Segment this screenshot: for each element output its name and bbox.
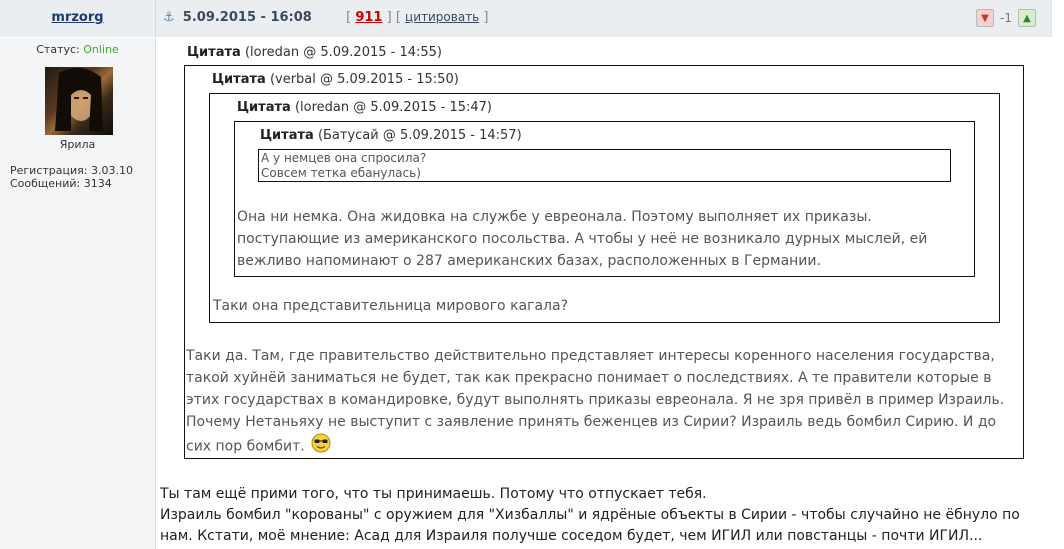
author-sidebar: Статус: Online Ярила Регистрация: 3.03.1… [0, 38, 156, 549]
quote-text: А у немцев она спросила? [261, 151, 427, 165]
quote-label: Цитата [187, 45, 241, 60]
post-meta: ⚓ 5.09.2015 - 16:08 [ 911 ] [ цитировать… [163, 10, 489, 25]
reply-paragraph: Израиль бомбил "корованы" с оружием для … [160, 507, 1020, 544]
registration-date: Регистрация: 3.03.10 [10, 164, 133, 177]
thumbs-down-icon[interactable]: ▼ [976, 9, 995, 27]
quote-meta: (loredan @ 5.09.2015 - 14:55) [244, 45, 443, 60]
quote-label: Цитата [212, 72, 266, 87]
quote-text: Она ни немка. Она жидовка на службе у ев… [237, 209, 928, 269]
author-cell: mrzorg [0, 0, 156, 37]
post-header: mrzorg ⚓ 5.09.2015 - 16:08 [ 911 ] [ цит… [0, 0, 1052, 37]
quote-meta: (Батусай @ 5.09.2015 - 14:57) [317, 128, 522, 143]
quote-text-wrap: Таки да. Там, где правительство действит… [186, 345, 1020, 460]
message-count: Сообщений: 3134 [10, 177, 112, 190]
rating-widget: ▼ -1 ▲ [976, 9, 1036, 27]
quote-meta: (verbal @ 5.09.2015 - 15:50) [269, 72, 459, 87]
quote-header: Цитата (loredan @ 5.09.2015 - 15:47) [237, 100, 492, 115]
quote-text: Таки да. Там, где правительство действит… [186, 348, 1005, 455]
reply-text: Ты там ещё прими того, что ты принимаешь… [160, 484, 1044, 547]
quote-box-1: Цитата (verbal @ 5.09.2015 - 15:50) Цита… [184, 65, 1024, 459]
quote-meta: (loredan @ 5.09.2015 - 15:47) [294, 100, 493, 115]
thumbs-up-icon[interactable]: ▲ [1018, 9, 1036, 27]
quote-box-2: Цитата (loredan @ 5.09.2015 - 15:47) Цит… [209, 93, 1000, 323]
cool-smiley-icon [311, 433, 331, 460]
avatar-caption: Ярила [59, 138, 96, 151]
quote-box-3: Цитата (Батусай @ 5.09.2015 - 14:57) А у… [234, 121, 975, 277]
status-online-badge: Online [83, 43, 119, 56]
quote-label: Цитата [237, 100, 291, 115]
quote-button[interactable]: цитировать [405, 10, 479, 24]
author-name-link[interactable]: mrzorg [0, 10, 155, 25]
quote-box-4: А у немцев она спросила? Совсем тетка еб… [258, 149, 951, 182]
quote-header: Цитата (loredan @ 5.09.2015 - 14:55) [187, 45, 442, 60]
post-number-link[interactable]: 911 [355, 10, 382, 25]
avatar[interactable] [45, 67, 113, 135]
quote-text: Совсем тетка ебанулась) [261, 166, 421, 180]
quote-header: Цитата (Батусай @ 5.09.2015 - 14:57) [260, 128, 522, 143]
user-stats: Регистрация: 3.03.10 Сообщений: 3134 [10, 164, 133, 190]
reply-paragraph: Ты там ещё прими того, что ты принимаешь… [160, 486, 707, 502]
post-date: 5.09.2015 - 16:08 [182, 10, 312, 25]
quote-header: Цитата (verbal @ 5.09.2015 - 15:50) [212, 72, 459, 87]
quote-text: Таки она представительница мирового кага… [213, 298, 569, 314]
anchor-icon[interactable]: ⚓ [163, 10, 175, 25]
quote-label: Цитата [260, 128, 314, 143]
status-line: Статус: Online [0, 43, 155, 56]
status-label: Статус: [36, 43, 80, 56]
rating-value: -1 [1000, 11, 1012, 25]
